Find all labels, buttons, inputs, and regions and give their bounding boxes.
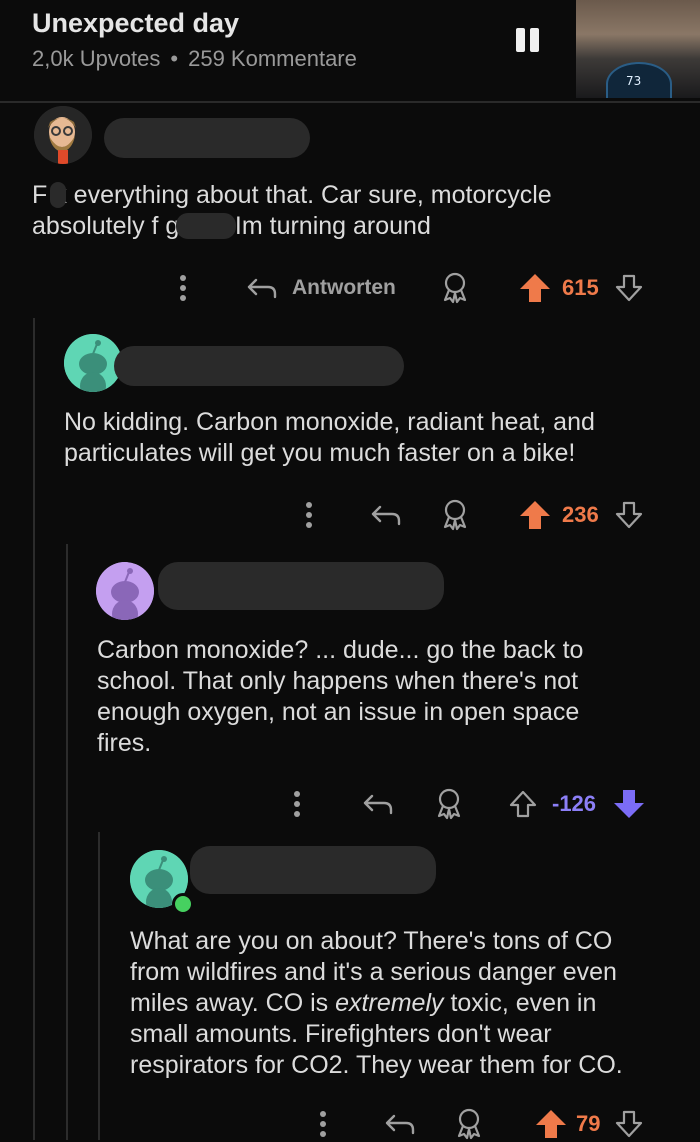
emphasis-text: extremely: [335, 989, 444, 1017]
comment-line: F k everything about that. Car sure, mot…: [32, 181, 552, 209]
post-title[interactable]: Unexpected day: [32, 8, 239, 39]
downvote-icon[interactable]: [614, 270, 644, 306]
redacted-username: [114, 346, 404, 386]
comment-line: particulates will get you much faster on…: [64, 439, 576, 467]
upvote-count: 2,0k Upvotes: [32, 46, 161, 71]
redacted-username: [158, 562, 444, 610]
thread-line[interactable]: [33, 318, 35, 1140]
thread-line[interactable]: [66, 544, 68, 1140]
more-options-icon[interactable]: [176, 270, 190, 306]
reply-arrow-icon: [247, 278, 277, 299]
pause-icon[interactable]: [516, 28, 542, 52]
comment-line: fires.: [97, 729, 152, 757]
downvote-icon[interactable]: [614, 1106, 644, 1142]
comment-count: 259 Kommentare: [188, 46, 357, 71]
avatar[interactable]: [96, 562, 154, 620]
redacted-username: [190, 846, 436, 894]
reply-arrow-icon[interactable]: [362, 786, 394, 822]
comment-actions: 236: [0, 497, 700, 533]
score: 615: [562, 275, 599, 300]
award-icon[interactable]: [440, 497, 470, 533]
comment-line: absolutely f g not. Im turning around: [32, 212, 431, 240]
score: -126: [552, 791, 597, 816]
snoo-avatar-icon: [96, 562, 154, 620]
more-options-icon[interactable]: [290, 786, 304, 822]
score: 236: [562, 502, 599, 527]
upvote-icon[interactable]: [508, 786, 538, 822]
post-stats: 2,0k Upvotes • 259 Kommentare: [32, 46, 357, 72]
online-status-icon: [172, 893, 194, 915]
comment-body: F k everything about that. Car sure, mot…: [32, 180, 552, 242]
comment-line: No kidding. Carbon monoxide, radiant hea…: [64, 408, 595, 436]
award-icon[interactable]: [454, 1106, 484, 1142]
thread-line[interactable]: [98, 832, 100, 1140]
comment-line: school. That only happens when there's n…: [97, 667, 579, 695]
comment-actions: 79: [0, 1106, 700, 1142]
separator-dot: •: [170, 46, 179, 71]
comment-line: Carbon monoxide? ... dude... go the back…: [97, 636, 584, 664]
comment-line: from wildfires and it's a serious danger…: [130, 958, 617, 986]
reply-arrow-icon[interactable]: [370, 497, 402, 533]
comment-body: Carbon monoxide? ... dude... go the back…: [97, 635, 583, 759]
comment-line: miles away. CO is extremely toxic, even …: [130, 989, 597, 1017]
redacted-username: [104, 118, 310, 158]
redaction-mark: [50, 182, 66, 208]
award-icon[interactable]: [434, 786, 464, 822]
comment-line: What are you on about? There's tons of C…: [130, 927, 613, 955]
speed-readout: 73: [626, 74, 642, 88]
comment-body: No kidding. Carbon monoxide, radiant hea…: [64, 407, 595, 469]
post-header: Unexpected day 2,0k Upvotes • 259 Kommenta…: [0, 0, 700, 103]
reply-arrow-icon[interactable]: [384, 1106, 416, 1142]
downvote-icon[interactable]: [614, 497, 644, 533]
comment-actions: -126: [0, 786, 700, 822]
upvote-icon[interactable]: [534, 1106, 568, 1142]
comment-actions: Antworten 615: [0, 270, 700, 306]
downvote-icon[interactable]: [612, 786, 646, 822]
comment-line: small amounts. Firefighters don't wear: [130, 1020, 552, 1048]
redaction-mark: [176, 213, 236, 239]
bearded-avatar-icon: [34, 106, 92, 164]
comment-line: enough oxygen, not an issue in open spac…: [97, 698, 580, 726]
more-options-icon[interactable]: [316, 1106, 330, 1142]
reply-button[interactable]: Antworten: [246, 270, 396, 306]
reply-label: Antworten: [292, 276, 396, 299]
speedometer-graphic: 73: [606, 62, 672, 98]
comment-body: What are you on about? There's tons of C…: [130, 926, 623, 1081]
comment-line: respirators for CO2. They wear them for …: [130, 1051, 623, 1079]
avatar[interactable]: [34, 106, 92, 164]
upvote-icon[interactable]: [518, 270, 552, 306]
award-icon[interactable]: [440, 270, 470, 306]
more-options-icon[interactable]: [302, 497, 316, 533]
score: 79: [576, 1111, 601, 1136]
upvote-icon[interactable]: [518, 497, 552, 533]
video-thumbnail[interactable]: 73: [576, 0, 700, 98]
